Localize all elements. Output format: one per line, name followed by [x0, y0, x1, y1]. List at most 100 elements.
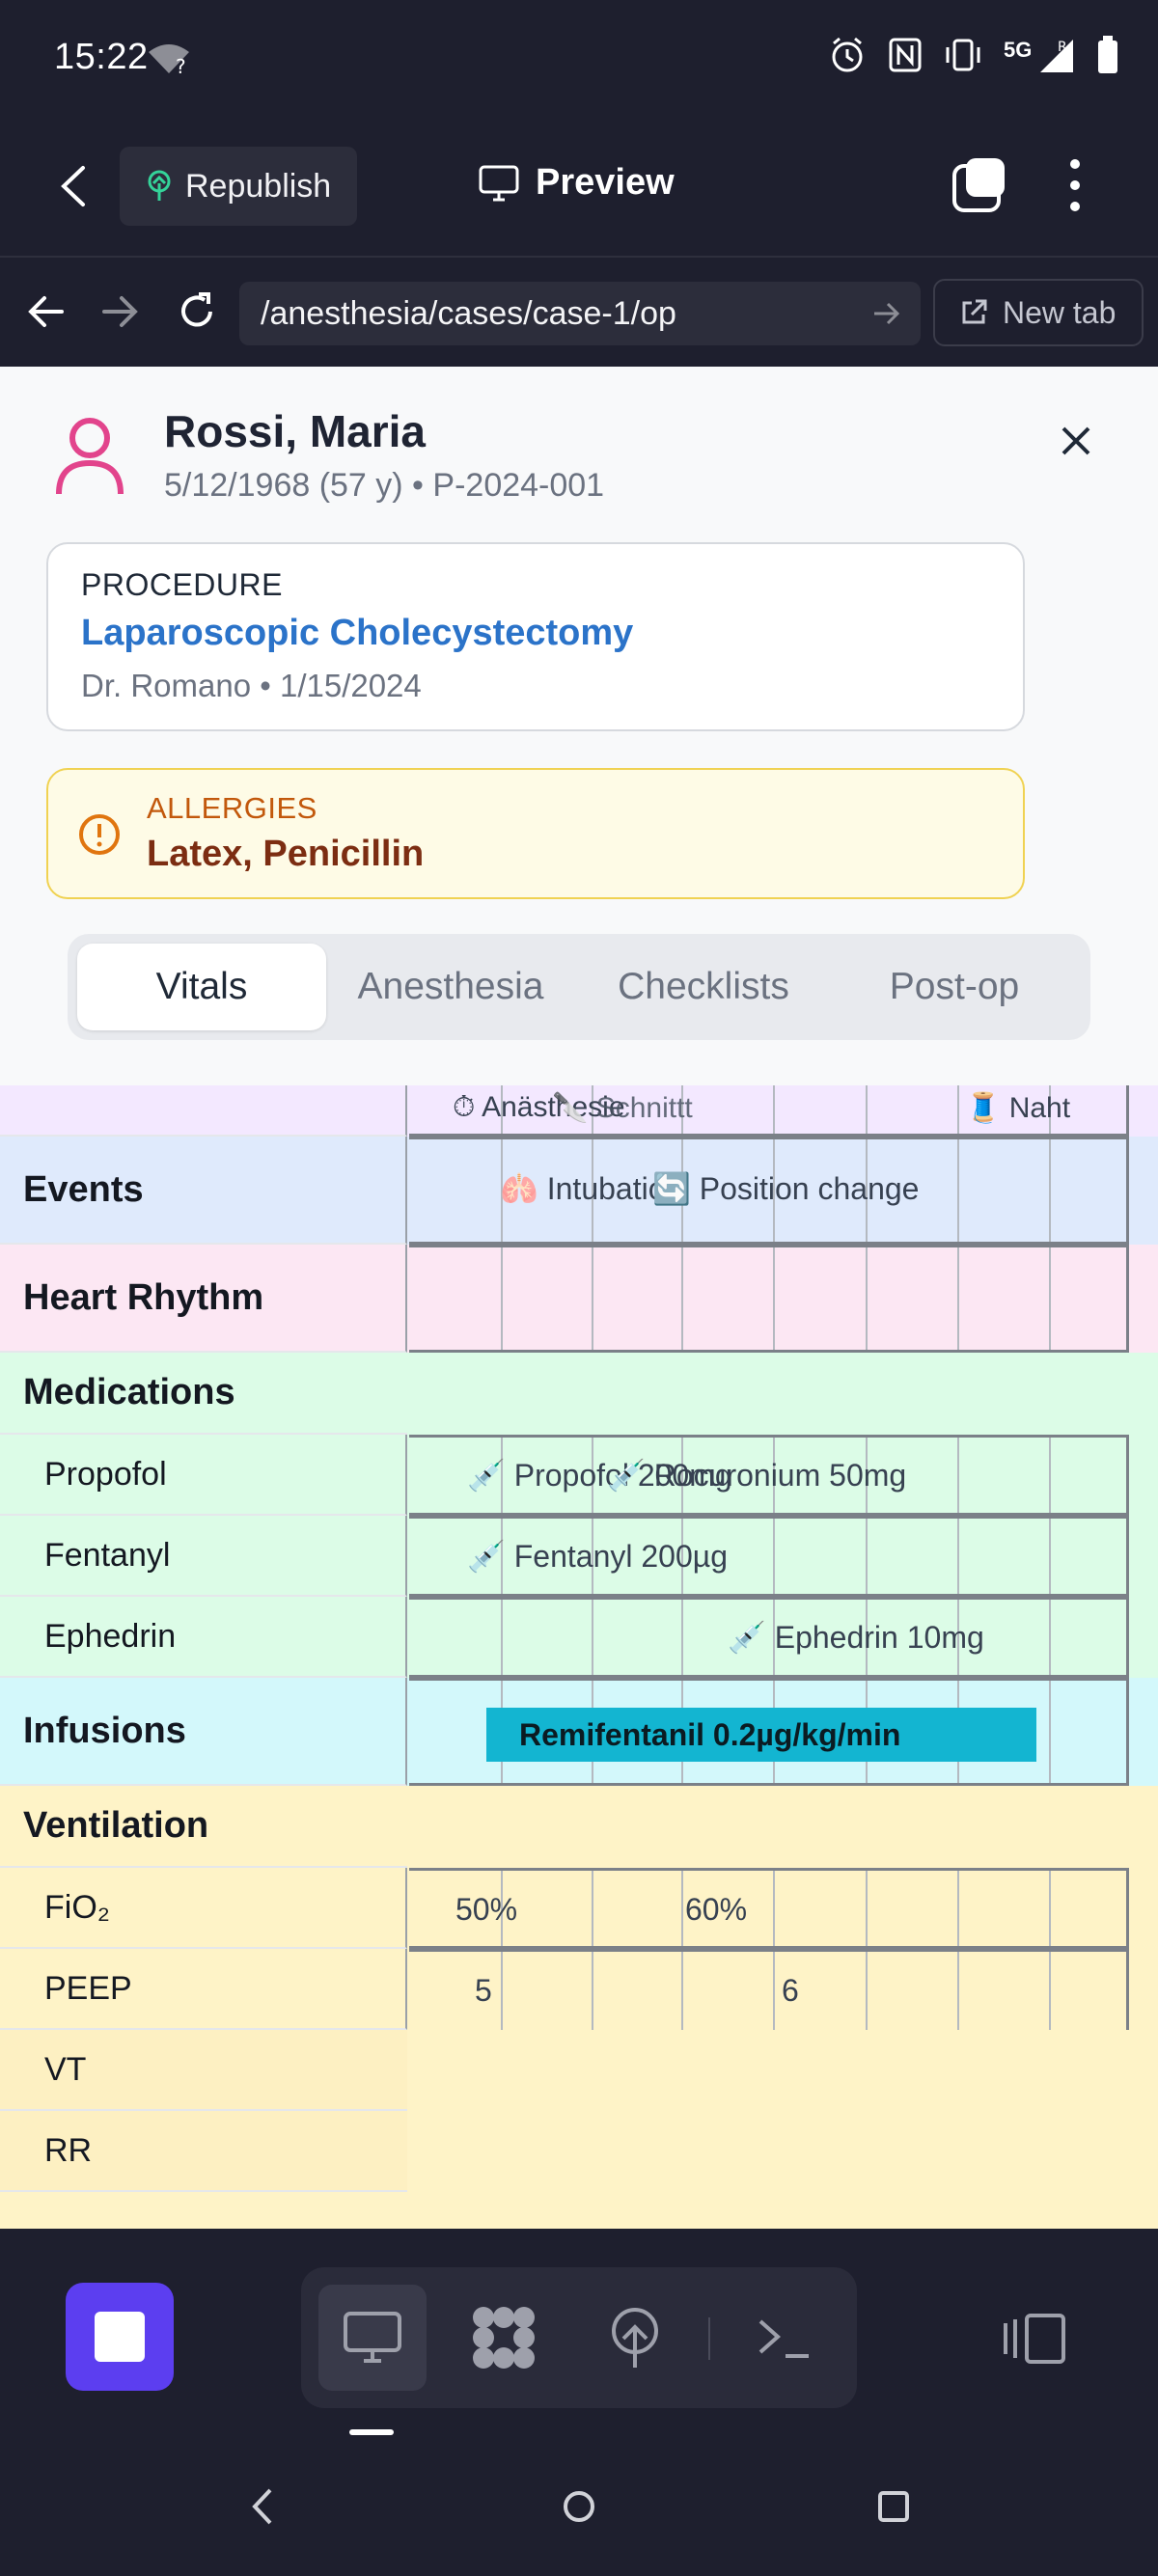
grid-filler	[0, 2192, 1158, 2229]
surgery-start-marker[interactable]: 🔪 Schnittt	[552, 1091, 693, 1125]
seam-text: Naht	[1008, 1092, 1071, 1124]
peep-grid: 5 6	[409, 1949, 1129, 2030]
heart-rhythm-grid[interactable]	[409, 1245, 1129, 1353]
fio2-value[interactable]: 60%	[685, 1892, 747, 1928]
procedure-meta: Dr. Romano • 1/15/2024	[81, 668, 422, 703]
surgery-start-text: Schnittt	[595, 1092, 693, 1124]
heart-rhythm-label: Heart Rhythm	[0, 1245, 407, 1353]
system-home-button[interactable]	[560, 2484, 598, 2534]
dock-tool-group	[301, 2267, 857, 2408]
grid-column-line	[865, 1952, 868, 2030]
browser-back-icon[interactable]	[27, 290, 66, 333]
signal-icon: 5G R	[1004, 36, 1075, 74]
grid-column-line	[956, 1247, 959, 1350]
monitor-icon	[479, 165, 519, 201]
grid-column-line	[1049, 1139, 1051, 1242]
stop-icon	[95, 2312, 145, 2362]
grid-column-line	[1049, 1519, 1051, 1594]
app-bar: Republish Preview	[0, 116, 1158, 256]
ephedrin-dose-marker[interactable]: 💉 Ephedrin 10mg	[728, 1619, 984, 1656]
terminal-icon	[758, 2319, 809, 2358]
new-tab-button[interactable]: New tab	[933, 279, 1144, 346]
stop-button[interactable]	[66, 2283, 174, 2391]
user-icon	[56, 418, 124, 495]
tab-post-op[interactable]: Post-op	[830, 944, 1079, 1030]
peep-value[interactable]: 5	[475, 1973, 492, 2009]
heart-rhythm-row: Heart Rhythm	[0, 1245, 1158, 1353]
publish-button[interactable]	[581, 2285, 689, 2391]
fio2-row: FiO₂ 50% 60%	[0, 1868, 1158, 1949]
tab-vitals[interactable]: Vitals	[77, 944, 326, 1030]
more-menu-icon[interactable]	[1062, 156, 1089, 214]
peep-value[interactable]: 6	[782, 1973, 799, 2009]
terminal-button[interactable]	[730, 2285, 838, 2391]
grid-column-line	[501, 1600, 504, 1675]
panel-toggle-icon[interactable]	[1002, 2312, 1069, 2366]
fio2-value[interactable]: 50%	[455, 1892, 517, 1928]
grid-column-line	[681, 1600, 684, 1675]
events-row: Events 🫁 Intubation 🔄 Position change	[0, 1137, 1158, 1245]
vt-label: VT	[0, 2030, 407, 2111]
tabs-icon[interactable]	[951, 156, 1008, 214]
position-change-event[interactable]: 🔄 Position change	[652, 1170, 919, 1207]
grid-column-line	[681, 1871, 684, 1946]
go-arrow-icon[interactable]	[872, 299, 901, 328]
rocuronium-dose-text: Rocuronium 50mg	[653, 1458, 907, 1493]
grid-column-line	[956, 1952, 959, 2030]
ephedrin-dose-text: Ephedrin 10mg	[774, 1620, 984, 1655]
nav-home-icon	[564, 2491, 594, 2522]
seam-marker[interactable]: 🧵 Naht	[965, 1091, 1070, 1125]
grid-column-line	[1049, 1871, 1051, 1946]
peep-row: PEEP 5 6	[0, 1949, 1158, 2030]
desktop-view-button[interactable]	[318, 2285, 427, 2391]
grid-column-line	[956, 1871, 959, 1946]
grid-column-line	[1049, 1600, 1051, 1675]
fentanyl-row: Fentanyl 💉 Fentanyl 200µg	[0, 1516, 1158, 1597]
grid-column-line	[681, 1952, 684, 2030]
rocuronium-dose-marker[interactable]: 💉 Rocuronium 50mg	[607, 1457, 906, 1494]
monitor-icon	[344, 2312, 401, 2363]
fentanyl-dose-marker[interactable]: 💉 Fentanyl 200µg	[467, 1538, 728, 1575]
grid-column-line	[681, 1247, 684, 1350]
republish-label: Republish	[185, 167, 332, 205]
nav-back-icon	[252, 2488, 272, 2525]
agents-button[interactable]	[450, 2285, 558, 2391]
browser-toolbar: /anesthesia/cases/case-1/op New tab	[0, 256, 1158, 367]
grid-column-line	[956, 1519, 959, 1594]
patient-name: Rossi, Maria	[164, 406, 426, 456]
status-bar: 15:22 ? 5G R	[0, 0, 1158, 116]
dock-separator	[708, 2317, 710, 2360]
system-recents-button[interactable]	[874, 2484, 913, 2534]
preview-button[interactable]: Preview	[478, 162, 675, 204]
nav-recents-icon	[878, 2491, 909, 2522]
fio2-grid: 50% 60%	[409, 1868, 1129, 1949]
vt-row: VT	[0, 2030, 1158, 2111]
grid-column-line	[773, 1519, 776, 1594]
web-content: Rossi, Maria 5/12/1968 (57 y) • P-2024-0…	[0, 367, 1158, 2229]
publish-icon	[612, 2308, 658, 2368]
tab-anesthesia[interactable]: Anesthesia	[326, 944, 575, 1030]
republish-button[interactable]: Republish	[120, 147, 357, 226]
ventilation-row: Ventilation	[0, 1786, 1158, 1868]
network-label: 5G	[1004, 38, 1033, 62]
remifentanil-infusion-bar[interactable]: Remifentanil 0.2µg/kg/min	[486, 1708, 1036, 1762]
close-icon[interactable]	[1060, 425, 1092, 457]
grid-column-line	[865, 1519, 868, 1594]
url-field[interactable]: /anesthesia/cases/case-1/op	[239, 282, 921, 345]
system-back-button[interactable]	[247, 2484, 276, 2534]
reload-icon[interactable]	[176, 290, 218, 333]
tab-checklists[interactable]: Checklists	[579, 944, 828, 1030]
allergy-card: ALLERGIES Latex, Penicillin	[46, 768, 1025, 899]
grid-column-line	[773, 1871, 776, 1946]
status-time: 15:22	[54, 37, 149, 77]
wifi-icon: ?	[149, 44, 189, 75]
system-nav-bar	[0, 2436, 1158, 2576]
alarm-icon	[832, 37, 863, 72]
grid-column-line	[865, 1871, 868, 1946]
vibrate-icon	[946, 39, 980, 71]
back-arrow-icon[interactable]	[54, 162, 93, 210]
procedure-name[interactable]: Laparoscopic Cholecystectomy	[81, 613, 990, 654]
grid-column-line	[956, 1139, 959, 1242]
browser-forward-icon[interactable]	[100, 290, 139, 333]
procedure-card: PROCEDURE Laparoscopic Cholecystectomy D…	[46, 542, 1025, 731]
